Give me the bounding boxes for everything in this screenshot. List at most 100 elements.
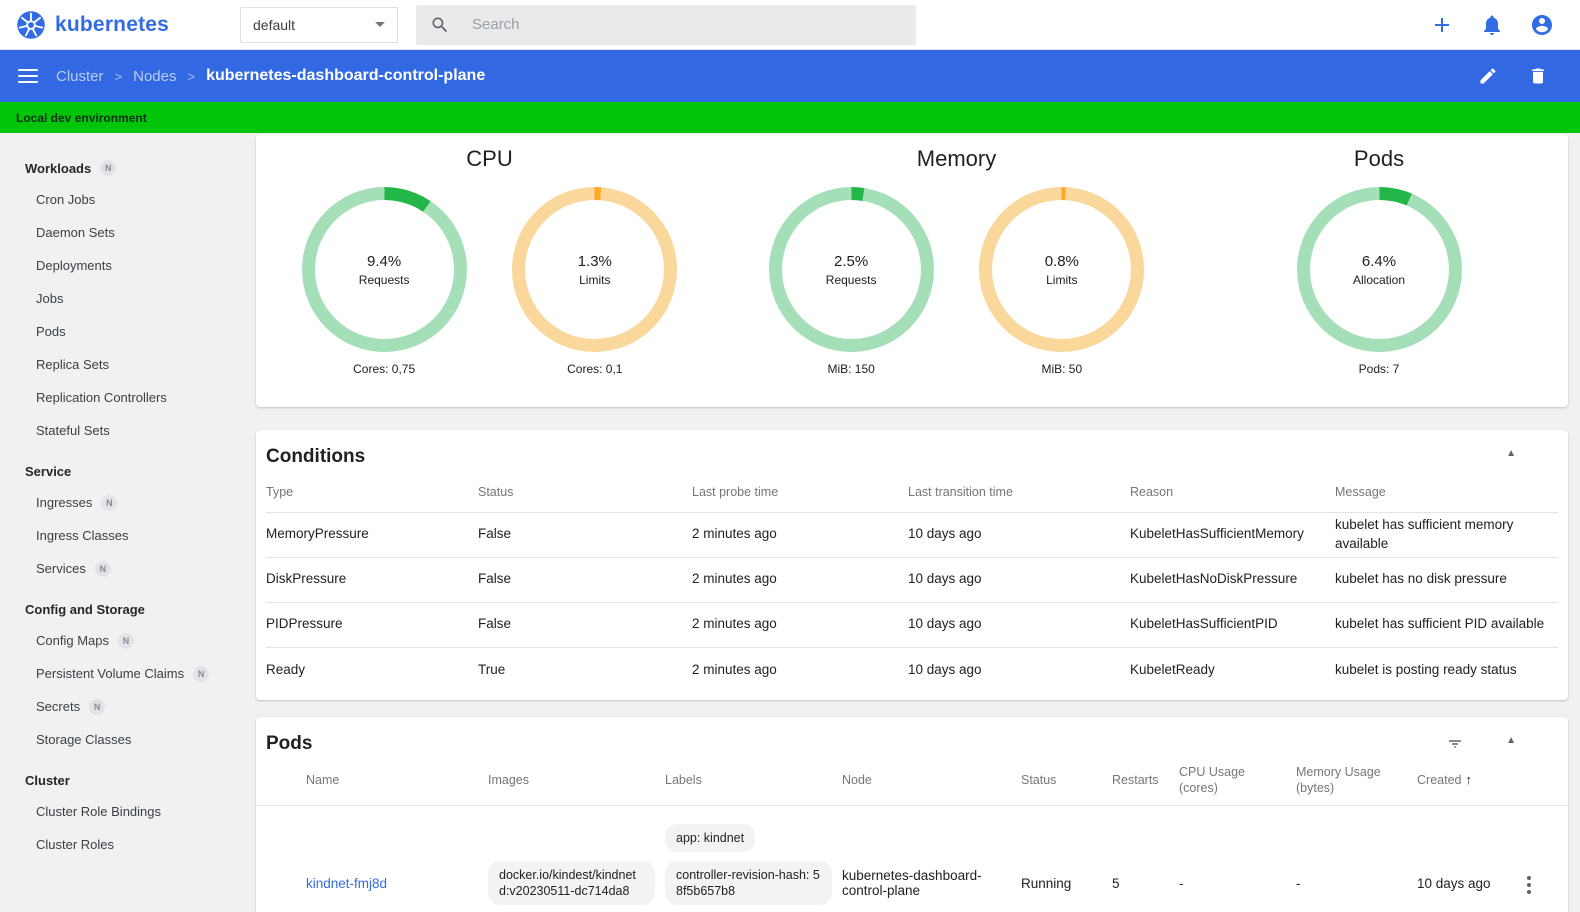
sidebar-item-cluster-roles[interactable]: Cluster Roles [0,828,240,861]
sidebar-item-replication-controllers[interactable]: Replication Controllers [0,381,240,414]
donut-footer: MiB: 50 [1041,362,1083,376]
sidebar-nav: Workloads N Cron Jobs Daemon Sets Deploy… [0,133,240,912]
namespaced-badge: N [94,560,111,577]
sidebar-item-persistent-volume-claims[interactable]: Persistent Volume Claims N [0,657,240,690]
sidebar-item-ingress-classes[interactable]: Ingress Classes [0,519,240,552]
filter-icon[interactable] [1446,735,1464,756]
pencil-icon [1480,68,1496,84]
column-header-last-transition-time: Last transition time [908,484,1013,499]
sidebar-section-workloads: Workloads N [0,153,240,183]
column-header-actions [1523,757,1568,805]
sidebar-section-cluster: Cluster [25,772,70,788]
column-header-node: Node [842,772,872,787]
column-header-type: Type [266,484,294,499]
column-header-message: Message [1335,484,1386,499]
pod-name-link[interactable]: kindnet-fmj8d [306,876,387,891]
column-header-status: Status [478,484,514,499]
sidebar-item-replica-sets[interactable]: Replica Sets [0,348,240,381]
pod-created: 10 days ago [1417,804,1523,912]
kubernetes-logo-icon [17,10,45,39]
page-title: kubernetes-dashboard-control-plane [206,67,486,84]
edit-button[interactable] [1478,66,1498,86]
sidebar-item-jobs[interactable]: Jobs [0,282,240,315]
environment-banner-text: Local dev environment [16,110,147,125]
namespace-selector[interactable]: default [240,6,398,43]
column-header-status: Status [1021,772,1057,787]
chevron-right-icon: > [187,68,196,84]
sidebar-item-storage-classes[interactable]: Storage Classes [0,723,240,756]
hamburger-menu-icon[interactable] [18,69,38,83]
label-chip: app: kindnet [665,823,756,852]
trash-icon [1532,68,1544,84]
namespaced-badge: N [89,698,106,715]
sidebar-item-stateful-sets[interactable]: Stateful Sets [0,414,240,447]
sidebar-item-cluster-role-bindings[interactable]: Cluster Role Bindings [0,795,240,828]
sidebar-item-services[interactable]: Services N [0,552,240,585]
column-header-last-probe-time: Last probe time [692,484,779,499]
sidebar-item-daemon-sets[interactable]: Daemon Sets [0,216,240,249]
sort-up-icon: ↑ [1465,772,1472,788]
bell-icon [1484,15,1500,35]
allocation-charts-card: CPU 9.4% Requests Cores: 0,75 1.3% Limit… [256,134,1568,407]
label-chip: controller-revision-hash: 58f5b657b8 [665,860,832,906]
chevron-down-icon [375,22,385,27]
sidebar-item-secrets[interactable]: Secrets N [0,690,240,723]
kebab-menu-icon[interactable] [1523,872,1535,898]
sidebar-item-deployments[interactable]: Deployments [0,249,240,282]
pods-card: Pods ▲ Name Images Labels Node Status Re… [256,717,1568,912]
namespaced-badge: N [117,632,134,649]
sidebar-item-cron-jobs[interactable]: Cron Jobs [0,183,240,216]
namespaced-badge: N [193,665,210,682]
chevron-right-icon: > [114,68,123,84]
sidebar-item-pods[interactable]: Pods [0,315,240,348]
breadcrumb-nodes[interactable]: Nodes [133,68,176,85]
pod-node: kubernetes-dashboard-control-plane [842,804,1021,912]
donut-ring: 0.8% Limits [979,187,1145,352]
donut-ring: 2.5% Requests [768,187,934,352]
pod-status: Running [1021,804,1112,912]
donut-footer: MiB: 150 [827,362,875,376]
delete-button[interactable] [1528,66,1548,86]
environment-banner: Local dev environment [0,102,1580,133]
column-header-reason: Reason [1130,484,1174,499]
namespaced-badge: N [101,494,118,511]
search-bar[interactable] [416,4,916,45]
pods-table: Name Images Labels Node Status Restarts … [256,757,1568,912]
chart-group-title-pods: Pods [1353,146,1405,171]
table-row: DiskPressure False 2 minutes ago 10 days… [266,556,1558,602]
search-icon [432,17,448,32]
donut-chart-cpu-limits: 1.3% Limits Cores: 0,1 [512,187,678,376]
sidebar-item-ingresses[interactable]: Ingresses N [0,486,240,519]
donut-ring: 9.4% Requests [301,187,467,352]
donut-chart-memory-limits: 0.8% Limits MiB: 50 [979,187,1145,376]
pod-cpu-usage: - [1179,804,1296,912]
namespace-value: default [253,16,296,33]
donut-chart-cpu-requests: 9.4% Requests Cores: 0,75 [301,187,467,376]
top-app-bar: kubernetes default [0,0,1580,50]
add-resource-button[interactable] [1430,13,1454,37]
table-row: kindnet-fmj8d docker.io/kindest/kindnetd… [256,804,1568,912]
column-header-cpu-usage: CPU Usage (cores) [1179,765,1245,795]
donut-footer: Cores: 0,75 [353,362,416,376]
collapse-icon[interactable]: ▲ [1506,735,1516,746]
table-row: MemoryPressure False 2 minutes ago 10 da… [266,511,1558,557]
collapse-icon[interactable]: ▲ [1506,448,1516,459]
donut-ring: 1.3% Limits [512,187,678,352]
search-input[interactable] [472,16,902,33]
column-header-created[interactable]: Created ↑ [1417,757,1523,805]
breadcrumb-cluster[interactable]: Cluster [56,68,104,85]
sidebar-item-config-maps[interactable]: Config Maps N [0,624,240,657]
conditions-card: Conditions ▲ Type Status Last probe time… [256,430,1568,700]
namespaced-badge: N [100,160,117,176]
account-button[interactable] [1530,13,1554,37]
table-row: Ready True 2 minutes ago 10 days ago Kub… [266,646,1558,692]
sidebar-section-config-storage: Config and Storage [25,601,145,617]
image-chip: docker.io/kindest/kindnetd:v20230511-dc7… [488,860,655,906]
sidebar-section-service: Service [25,463,72,479]
column-header-status-dot [256,757,306,805]
plus-icon [1435,17,1449,32]
donut-ring: 6.4% Allocation [1296,187,1462,352]
column-header-memory-usage: Memory Usage (bytes) [1296,765,1381,795]
column-header-name: Name [306,772,340,787]
notifications-button[interactable] [1480,13,1504,37]
